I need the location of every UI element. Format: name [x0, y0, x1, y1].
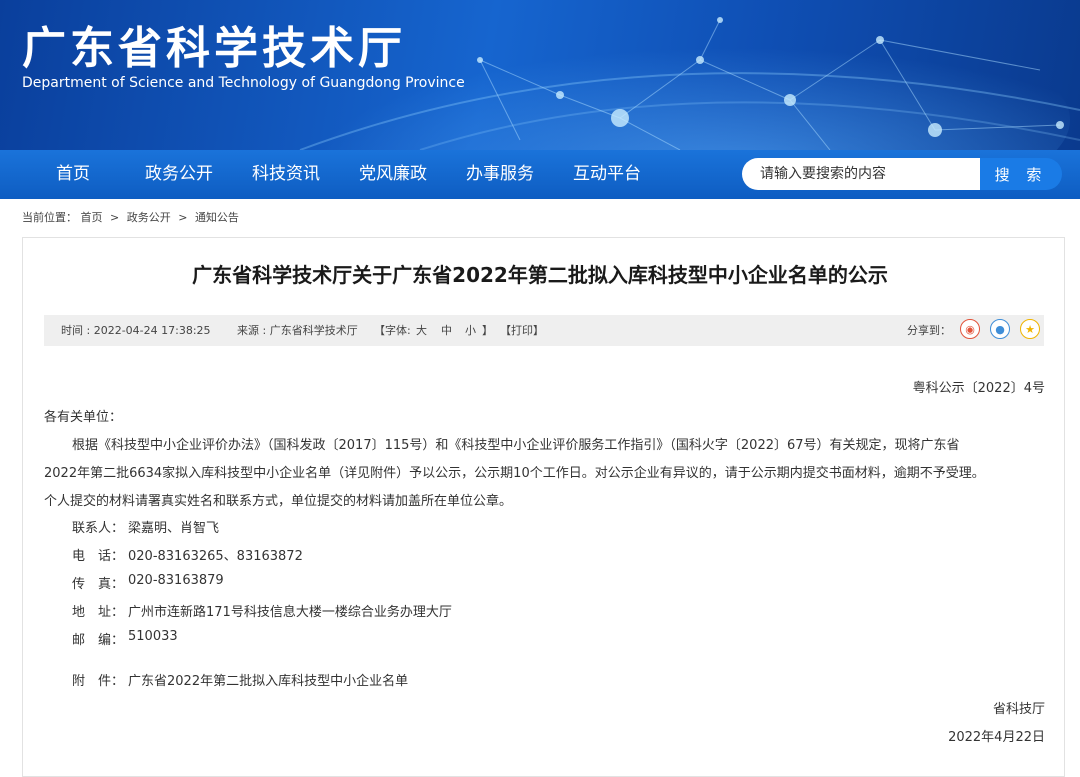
nav-item-home[interactable]: 首页 [56, 150, 90, 199]
font-size-label: 【字体: [374, 324, 411, 337]
publish-time: 时间 : 2022-04-24 17:38:25 [61, 324, 211, 337]
nav-item-government-affairs[interactable]: 政务公开 [145, 150, 213, 199]
postcode-label: 邮 编： [72, 633, 125, 648]
site-banner: 广东省科学技术厅 Department of Science and Techn… [0, 0, 1080, 150]
qq-icon[interactable]: ● [990, 319, 1010, 339]
breadcrumb-home[interactable]: 首页 [81, 211, 103, 224]
address-label: 地 址： [72, 605, 125, 620]
share-label: 分享到： [907, 324, 951, 337]
phone-label: 电 话： [72, 549, 125, 564]
nav-item-interaction[interactable]: 互动平台 [573, 150, 641, 199]
contact-person-value: 梁嘉明、肖智飞 [128, 521, 220, 536]
contact-person-label: 联系人： [72, 521, 125, 536]
nav-item-services[interactable]: 办事服务 [466, 150, 534, 199]
qzone-star-icon[interactable]: ★ [1020, 319, 1040, 339]
font-size-small[interactable]: 小 [465, 315, 476, 346]
document-number: 粤科公示〔2022〕4号 [912, 381, 1045, 396]
attachment-link[interactable]: 广东省2022年第二批拟入库科技型中小企业名单 [128, 670, 408, 689]
body-paragraph-line-2: 2022年第二批6634家拟入库科技型中小企业名单（详见附件）予以公示，公示期1… [44, 466, 985, 481]
address-value: 广州市连新路171号科技信息大楼一楼综合业务办理大厅 [128, 605, 452, 620]
search-input[interactable] [742, 158, 980, 190]
issue-date: 2022年4月22日 [948, 730, 1045, 745]
print-link[interactable]: 【打印】 [500, 315, 544, 346]
font-size-large[interactable]: 大 [416, 315, 427, 346]
fax-value: 020-83163879 [128, 573, 224, 588]
weibo-icon[interactable]: ◉ [960, 319, 980, 339]
breadcrumb-separator: > [110, 211, 120, 224]
font-size-close: 】 [482, 324, 493, 337]
nav-item-integrity[interactable]: 党风廉政 [359, 150, 427, 199]
attachment-label: 附 件： [72, 674, 125, 689]
postcode-value: 510033 [128, 629, 178, 644]
article-title: 广东省科学技术厅关于广东省2022年第二批拟入库科技型中小企业名单的公示 [192, 263, 888, 287]
body-paragraph-line-1: 根据《科技型中小企业评价办法》（国科发政〔2017〕115号）和《科技型中小企业… [72, 438, 960, 453]
article-source: 来源 : 广东省科学技术厅 [237, 324, 358, 337]
article-meta-bar: 时间 : 2022-04-24 17:38:25 来源 : 广东省科学技术厅 【… [44, 315, 1044, 346]
font-size-medium[interactable]: 中 [441, 315, 452, 346]
site-title: 广东省科学技术厅 [22, 23, 406, 74]
body-paragraph-line-3: 个人提交的材料请署真实姓名和联系方式，单位提交的材料请加盖所在单位公章。 [44, 494, 513, 509]
fax-label: 传 真： [72, 577, 125, 592]
breadcrumb: 当前位置： 首页 > 政务公开 > 通知公告 [22, 209, 239, 225]
site-subtitle: Department of Science and Technology of … [22, 75, 465, 91]
search-button[interactable]: 搜 索 [980, 158, 1062, 190]
signature: 省科技厅 [992, 702, 1045, 717]
nav-item-tech-news[interactable]: 科技资讯 [252, 150, 320, 199]
breadcrumb-prefix: 当前位置： [22, 211, 77, 224]
greeting: 各有关单位： [44, 410, 123, 425]
search-box: 搜 索 [742, 158, 1062, 190]
breadcrumb-separator: > [178, 211, 188, 224]
breadcrumb-notices[interactable]: 通知公告 [195, 211, 239, 224]
phone-value: 020-83163265、83163872 [128, 549, 303, 564]
breadcrumb-government-affairs[interactable]: 政务公开 [127, 211, 171, 224]
